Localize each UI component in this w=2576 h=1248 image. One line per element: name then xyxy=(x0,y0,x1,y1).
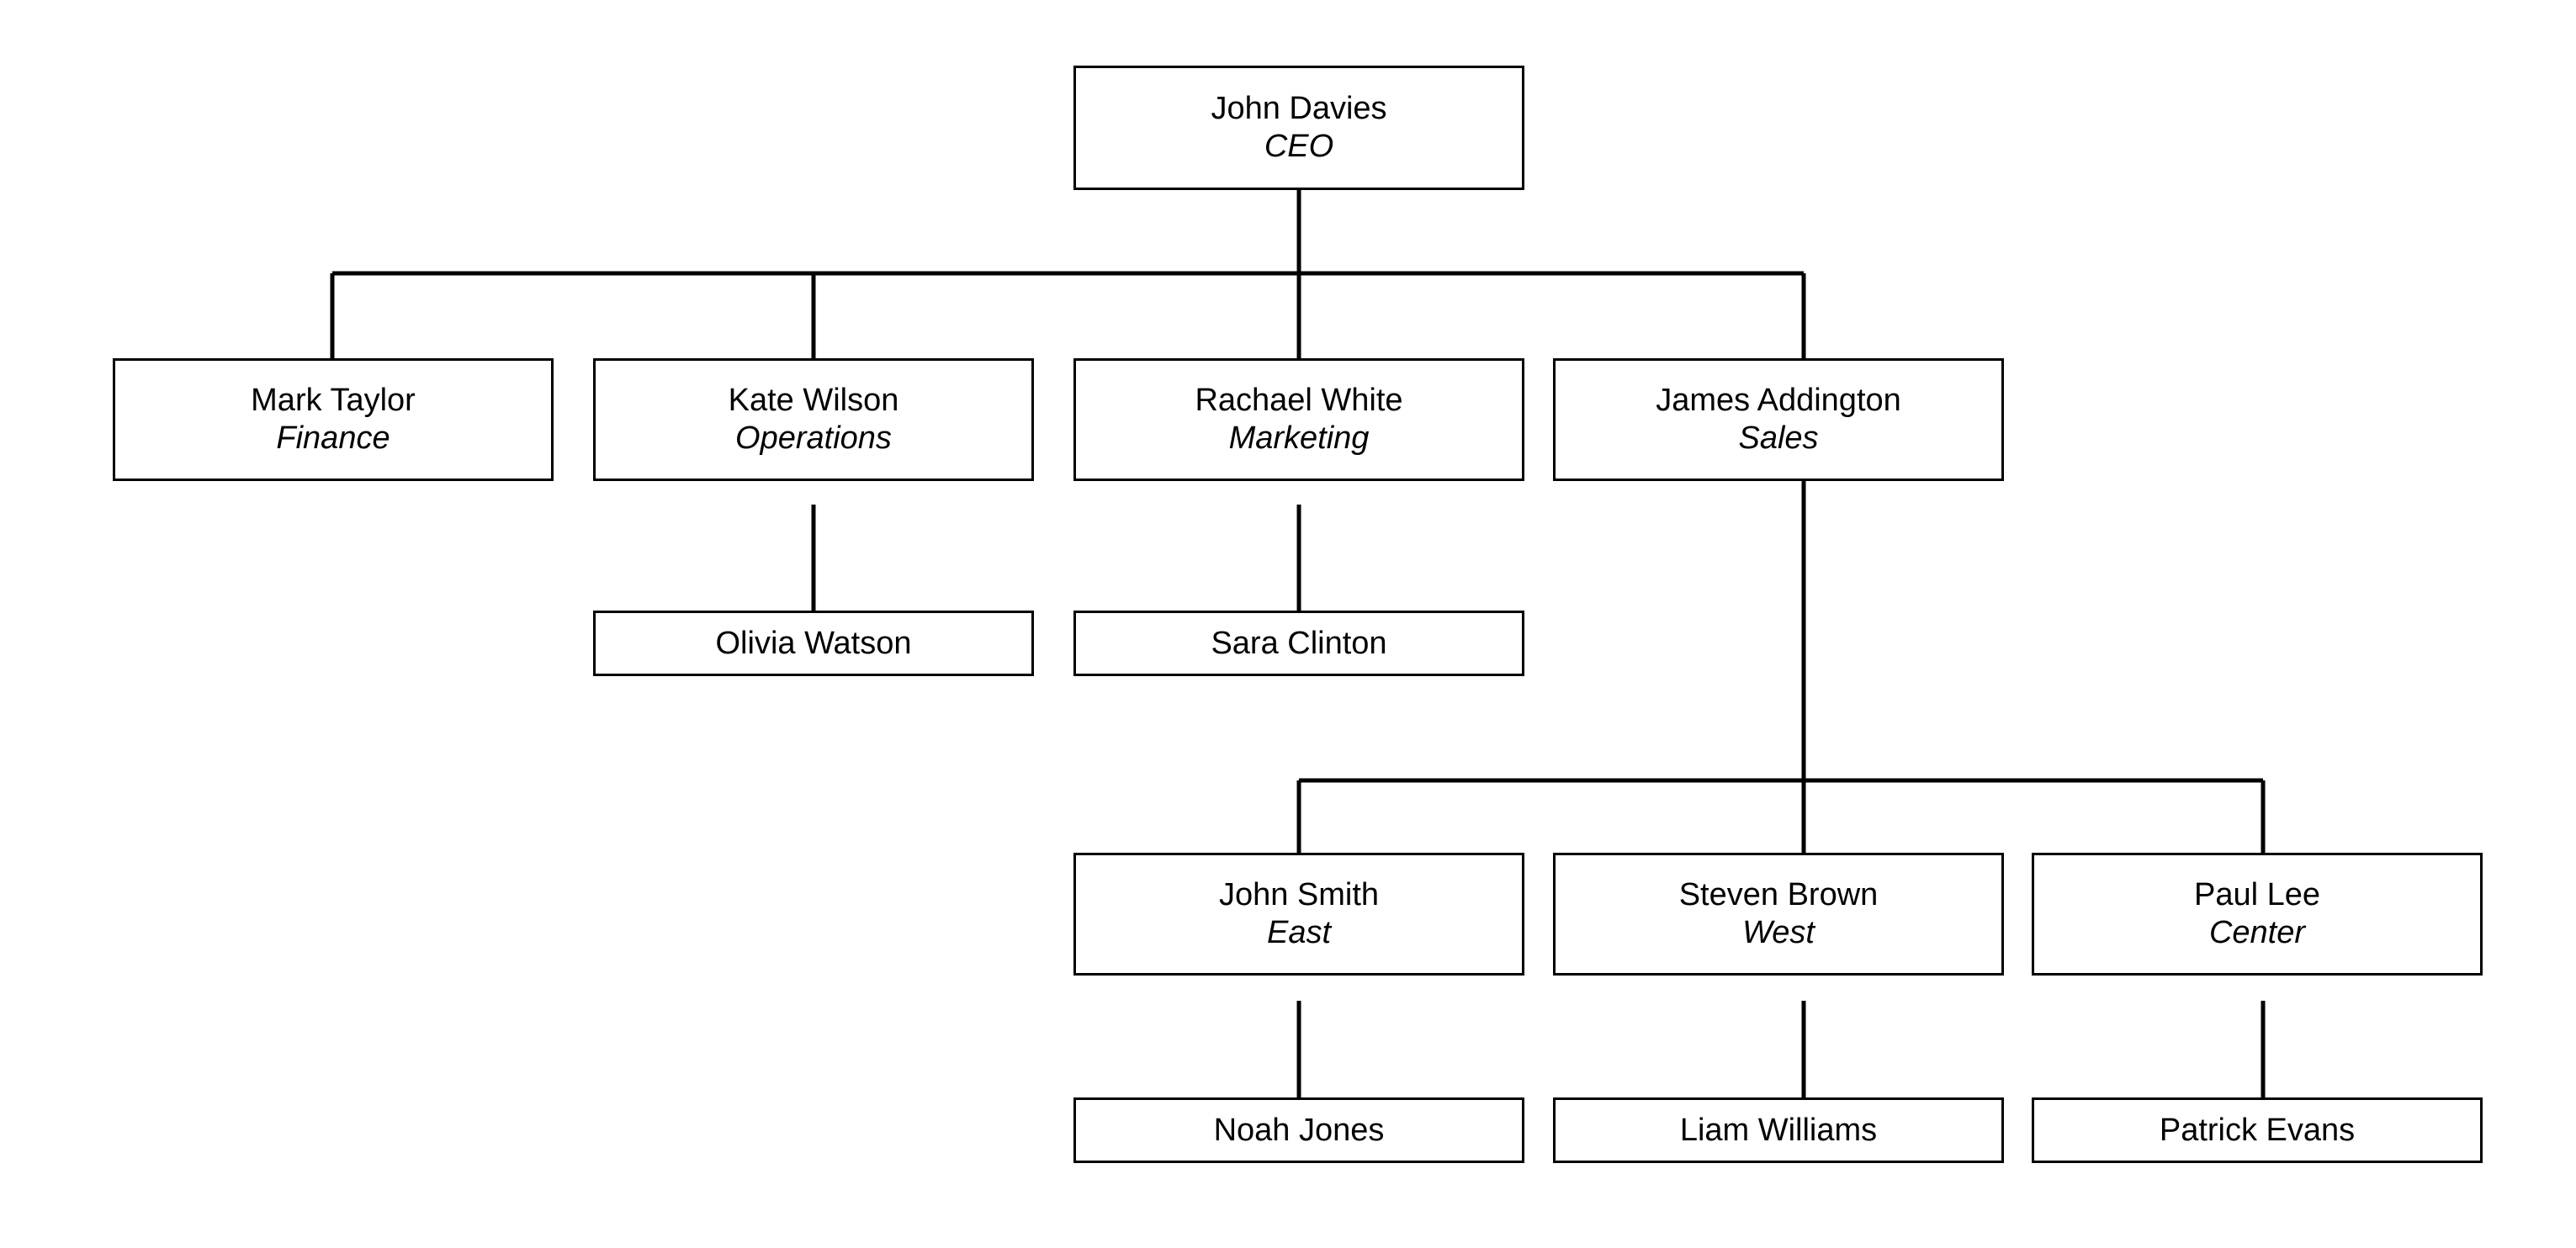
org-chart: John Davies CEO Mark Taylor Finance Kate… xyxy=(0,0,2576,1248)
node-name: Rachael White xyxy=(1195,383,1403,419)
node-john-smith[interactable]: John Smith East xyxy=(1073,853,1524,976)
node-patrick-evans[interactable]: Patrick Evans xyxy=(2032,1097,2483,1163)
node-role: Finance xyxy=(276,420,390,456)
node-name: James Addington xyxy=(1656,383,1901,419)
node-name: Liam Williams xyxy=(1679,1112,1878,1148)
node-role: Sales xyxy=(1738,420,1819,456)
node-sara-clinton[interactable]: Sara Clinton xyxy=(1073,611,1524,676)
node-role: West xyxy=(1742,915,1815,950)
node-name: Olivia Watson xyxy=(715,625,912,661)
node-name: Mark Taylor xyxy=(251,383,416,419)
node-name: Noah Jones xyxy=(1213,1112,1385,1148)
node-rachael-white[interactable]: Rachael White Marketing xyxy=(1073,358,1524,481)
node-mark-taylor[interactable]: Mark Taylor Finance xyxy=(113,358,554,481)
node-name: Patrick Evans xyxy=(2159,1112,2356,1148)
node-name: Steven Brown xyxy=(1678,877,1879,913)
node-role: CEO xyxy=(1264,129,1334,164)
node-role: Center xyxy=(2208,915,2306,950)
node-name: Kate Wilson xyxy=(728,383,899,419)
node-john-davies[interactable]: John Davies CEO xyxy=(1073,66,1524,190)
node-role: East xyxy=(1266,915,1332,950)
node-james-addington[interactable]: James Addington Sales xyxy=(1553,358,2004,481)
node-kate-wilson[interactable]: Kate Wilson Operations xyxy=(593,358,1034,481)
node-noah-jones[interactable]: Noah Jones xyxy=(1073,1097,1524,1163)
node-name: John Smith xyxy=(1218,877,1380,913)
node-paul-lee[interactable]: Paul Lee Center xyxy=(2032,853,2483,976)
node-role: Marketing xyxy=(1228,420,1370,456)
node-role: Operations xyxy=(735,420,892,456)
node-steven-brown[interactable]: Steven Brown West xyxy=(1553,853,2004,976)
node-liam-williams[interactable]: Liam Williams xyxy=(1553,1097,2004,1163)
node-name: John Davies xyxy=(1211,91,1387,127)
node-name: Sara Clinton xyxy=(1211,625,1387,661)
node-olivia-watson[interactable]: Olivia Watson xyxy=(593,611,1034,676)
node-name: Paul Lee xyxy=(2193,877,2320,913)
